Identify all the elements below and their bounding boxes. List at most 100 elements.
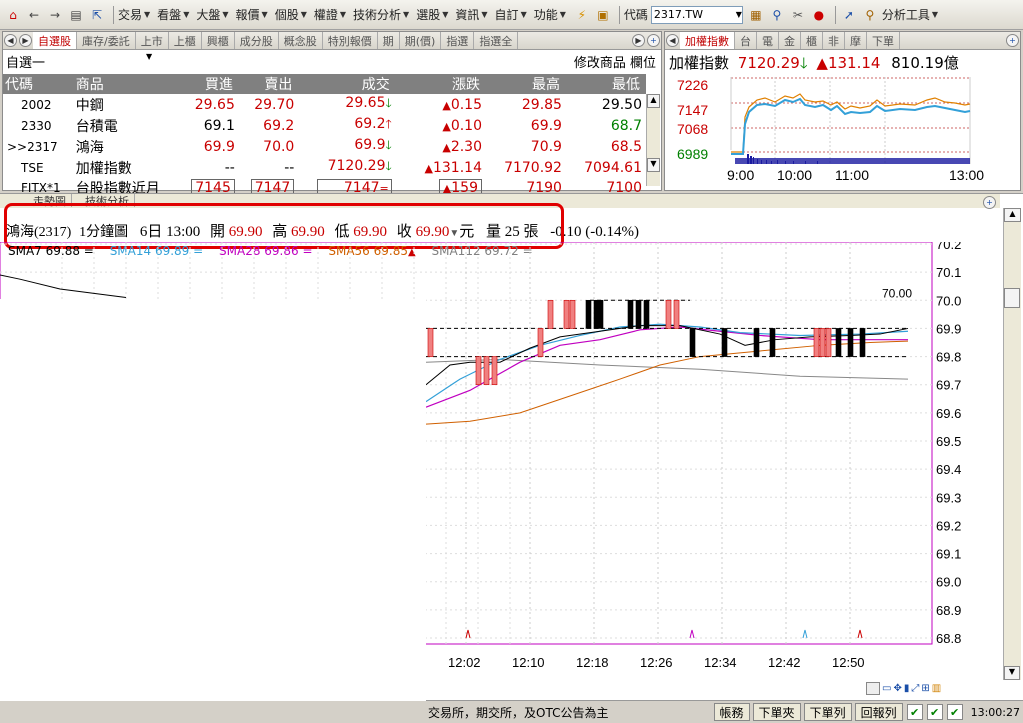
order-bar-button[interactable]: 下單列 [803,703,852,721]
col-ask[interactable]: 賣出 [238,74,299,94]
tab-index-options[interactable]: 指選 [441,32,475,49]
group-select[interactable]: 自選一 [6,56,45,71]
menu-market[interactable]: 大盤 ▼ [196,6,228,23]
tab-futures[interactable]: 期 [378,32,400,49]
scroll-down-icon[interactable]: ▼ [647,158,660,172]
print-icon[interactable]: ▤ [67,6,85,24]
menu-function[interactable]: 功能 ▼ [534,6,566,23]
tab-emerging[interactable]: 興櫃 [202,32,235,49]
tabs-next-icon[interactable]: ▶ [19,34,32,47]
menu-analysis-tools[interactable]: 分析工具 ▼ [882,6,938,23]
status-check-3[interactable]: ✔ [946,704,963,720]
group-dropdown-icon[interactable]: ▼ [146,52,152,61]
menu-trade[interactable]: 交易 ▼ [118,6,150,23]
tab-elec[interactable]: 電 [757,32,779,49]
tab-index-options-all[interactable]: 指選全 [474,32,519,49]
candle-icon[interactable]: ▮ [904,683,910,694]
forward-icon[interactable]: → [46,6,64,24]
flash-icon[interactable]: ⚡ [573,6,591,24]
columns-button[interactable]: 欄位 [630,56,656,71]
tab-order[interactable]: 下單 [867,32,900,49]
index-tabs-prev-icon[interactable]: ◀ [666,34,679,47]
cell-name: 加權指數 [75,160,132,177]
search-icon[interactable]: ⚲ [768,6,786,24]
col-change[interactable]: 漲跌 [395,74,486,94]
quote-row[interactable]: 2002 中鋼 29.65 29.70 29.65🡓 ▲0.15 29.85 29.50 [3,94,646,115]
col-code[interactable]: 代碼 [3,74,73,94]
col-low[interactable]: 最低 [565,74,646,94]
order-folder-button[interactable]: 下單夾 [752,703,801,721]
y-tick-label: 69.4 [936,462,961,477]
tabs-prev-icon[interactable]: ◀ [4,34,17,47]
watchlist-scrollbar[interactable]: ▲ ▼ [646,94,660,186]
crosshair-icon[interactable]: ✥ [893,683,901,694]
menu-custom[interactable]: 自訂 ▼ [495,6,527,23]
menu-quote[interactable]: 報價 ▼ [236,6,268,23]
cursor-icon[interactable]: ➚ [840,6,858,24]
grid-icon[interactable]: ⊞ [921,683,929,694]
col-bid[interactable]: 買進 [175,74,239,94]
chart-vscroll[interactable]: ▲ ▼ [1003,208,1021,680]
scroll-box-icon[interactable] [866,681,880,695]
tab-taiex[interactable]: 加權指數 [680,32,735,49]
col-last[interactable]: 成交 [298,74,396,94]
note-icon[interactable]: ▣ [594,6,612,24]
menu-screener[interactable]: 選股 ▼ [416,6,448,23]
tab-otc[interactable]: 上櫃 [169,32,202,49]
code-input[interactable]: 2317.TW ▼ [650,5,743,24]
tab-concept[interactable]: 概念股 [279,32,323,49]
tab-otc-index[interactable]: 櫃 [801,32,823,49]
tabs-scroll-icon[interactable]: ▶ [632,34,645,47]
menu-warrant[interactable]: 權證 ▼ [314,6,346,23]
col-high[interactable]: 最高 [485,74,566,94]
candle [475,356,482,386]
tab-msci[interactable]: 摩 [845,32,867,49]
tab-inventory[interactable]: 庫存/委託 [77,32,136,49]
index-zoom-icon[interactable]: + [1006,34,1019,47]
col-name[interactable]: 商品 [72,74,176,94]
chart-zoom-icon[interactable]: + [983,196,996,209]
bars-icon[interactable]: ▥ [932,683,941,694]
chart-search-icon[interactable]: ▦ [747,6,765,24]
zoom-in-icon[interactable]: + [647,34,660,47]
analysis-search-icon[interactable]: ⚲ [861,6,879,24]
menu-info[interactable]: 資訊 ▼ [455,6,487,23]
scroll-up-icon[interactable]: ▲ [647,94,660,108]
cell-high: 69.9 [530,117,562,134]
report-bar-button[interactable]: 回報列 [854,703,903,721]
zoom-out-icon[interactable]: ▭ [882,683,891,694]
home-icon[interactable]: ⌂ [4,6,22,24]
tab-components[interactable]: 成分股 [235,32,279,49]
chart-scroll-up-icon[interactable]: ▲ [1004,208,1021,222]
cell-last: 29.65🡓 [345,95,392,111]
chart-scroll-down-icon[interactable]: ▼ [1004,666,1020,680]
candle [547,299,554,329]
expand-icon[interactable]: ⤢ [911,683,919,694]
cell-code: 2002 [21,97,52,112]
status-check-2[interactable]: ✔ [926,704,943,720]
tools-icon[interactable]: ✂ [789,6,807,24]
tab-special[interactable]: 特別報價 [323,32,378,49]
account-button[interactable]: 帳務 [713,703,750,721]
tab-watchlist[interactable]: 自選股 [33,32,77,49]
cell-ask: -- [284,159,295,176]
watchlist-tabs: ◀ ▶ 自選股 庫存/委託 上市 上櫃 興櫃 成分股 概念股 特別報價 期 期(… [3,32,661,50]
status-check-1[interactable]: ✔ [906,704,923,720]
modify-items-button[interactable]: 修改商品 [574,56,626,71]
quote-row[interactable]: >>2317 鴻海 69.9 70.0 69.9🡓 ▲2.30 70.9 68.5 [3,136,646,157]
tab-fin[interactable]: 金 [779,32,801,49]
menu-technical[interactable]: 技術分析 ▼ [353,6,409,23]
popout-icon[interactable]: ⇱ [88,6,106,24]
tab-nonfin[interactable]: 非 [823,32,845,49]
menu-stock[interactable]: 個股 ▼ [275,6,307,23]
menu-watch[interactable]: 看盤 ▼ [157,6,189,23]
alert-icon[interactable]: ● [810,6,828,24]
tab-futures-price[interactable]: 期(價) [400,32,442,49]
sma7-line [0,274,127,298]
quote-row[interactable]: 2330 台積電 69.1 69.2 69.2🡑 ▲0.10 69.9 68.7 [3,115,646,136]
quote-row[interactable]: TSE 加權指數 -- -- 7120.29🡓 ▲131.14 7170.92 7094.61 [3,157,646,178]
tab-tai[interactable]: 台 [735,32,757,49]
tab-listed[interactable]: 上市 [136,32,169,49]
y-tick-label: 69.8 [936,350,961,365]
back-icon[interactable]: ← [25,6,43,24]
